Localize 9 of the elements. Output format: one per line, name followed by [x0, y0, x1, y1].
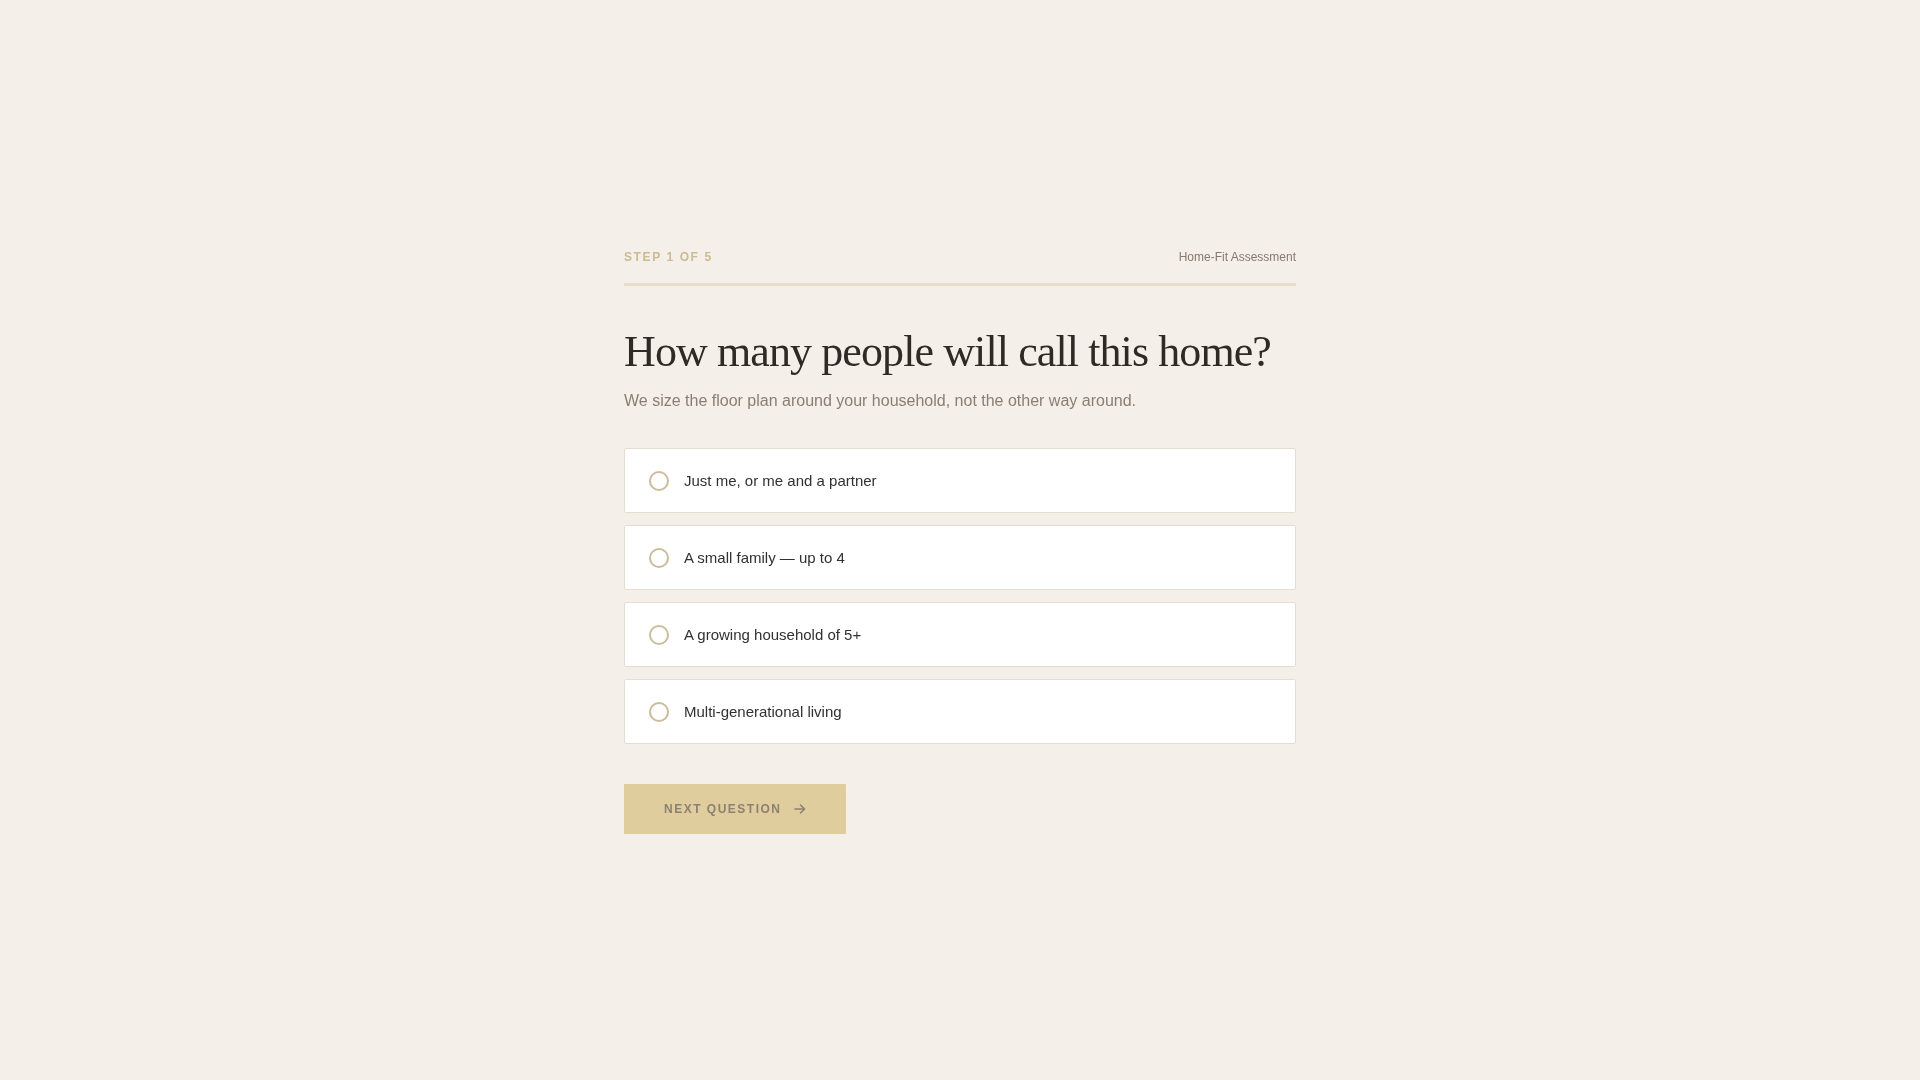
answer-option[interactable]: Just me, or me and a partner: [624, 448, 1296, 513]
answer-option[interactable]: A growing household of 5+: [624, 602, 1296, 667]
question-heading: How many people will call this home?: [624, 326, 1272, 378]
step-indicator: STEP 1 OF 5: [624, 249, 713, 265]
arrow-right-icon: [793, 803, 806, 815]
question-subtitle: We size the floor plan around your household, not the other way around.: [624, 391, 1138, 411]
answer-option[interactable]: A small family — up to 4: [624, 525, 1296, 590]
answer-option[interactable]: Multi-generational living: [624, 679, 1296, 744]
assessment-title: Home-Fit Assessment: [1178, 249, 1296, 265]
